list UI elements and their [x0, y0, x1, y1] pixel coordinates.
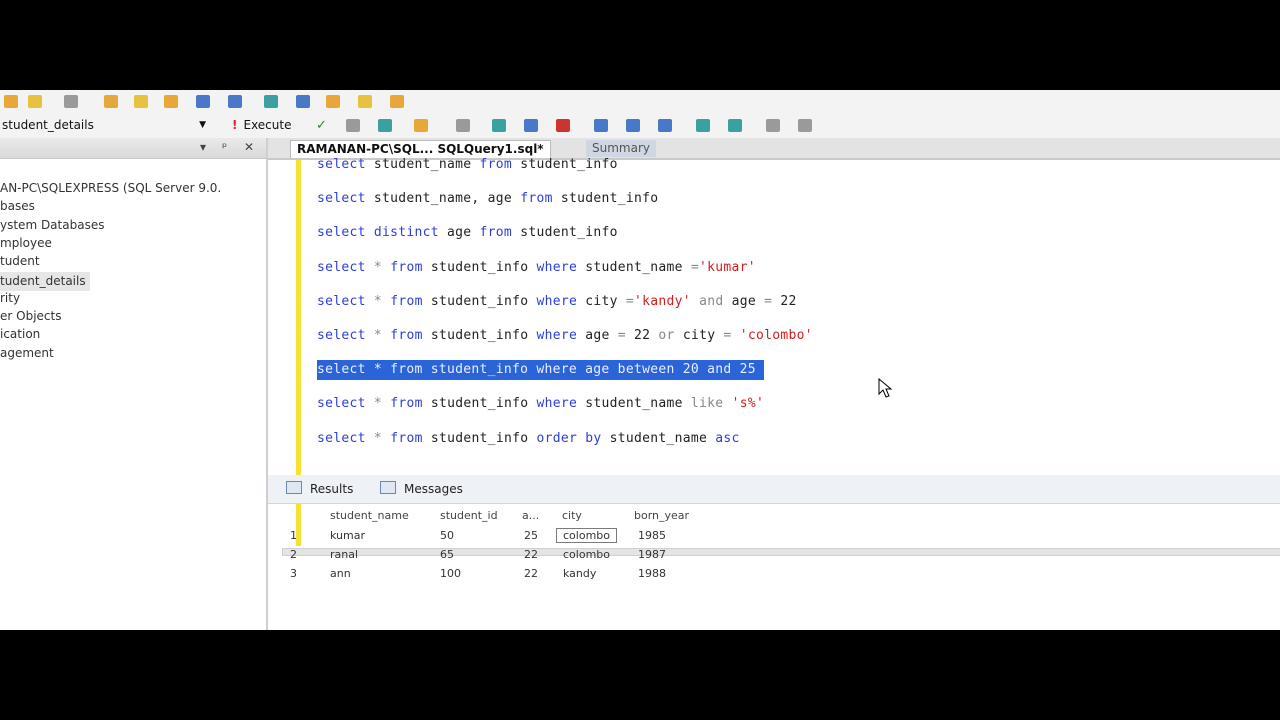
tree-node-server-objects[interactable]: er Objects: [0, 307, 266, 325]
uncomment-icon[interactable]: [696, 119, 710, 132]
cell[interactable]: 100: [440, 567, 461, 580]
code-line-selected[interactable]: select * from student_info where age bet…: [317, 360, 764, 380]
code-line[interactable]: select * from student_info where student…: [317, 394, 764, 414]
cell[interactable]: 22: [524, 548, 538, 561]
object-explorer-icon[interactable]: [296, 95, 310, 108]
ssms-window: student_details ▼ ! Execute ✓ ▾ ᵖ ✕ AN-PC…: [0, 90, 1280, 630]
code-line[interactable]: select * from student_info order by stud…: [317, 429, 740, 449]
registered-servers-icon[interactable]: [264, 95, 278, 108]
tree-node-student[interactable]: tudent: [0, 252, 266, 270]
cell[interactable]: ann: [330, 567, 351, 580]
cell[interactable]: kandy: [563, 567, 596, 580]
execute-label: Execute: [243, 118, 292, 132]
template-icon[interactable]: [326, 95, 340, 108]
row-number[interactable]: 3: [290, 567, 297, 580]
cell[interactable]: colombo: [563, 548, 610, 561]
properties-icon[interactable]: [358, 95, 372, 108]
results-to-grid-icon[interactable]: [594, 119, 608, 132]
object-explorer-header: ▾ ᵖ ✕: [0, 138, 266, 159]
object-explorer: ▾ ᵖ ✕ AN-PC\SQLEXPRESS (SQL Server 9.0. …: [0, 138, 268, 630]
tab-messages[interactable]: Messages: [380, 481, 463, 497]
code-line[interactable]: select * from student_info where student…: [317, 258, 756, 278]
grid-icon: [286, 481, 302, 494]
code-line[interactable]: select * from student_info where city ='…: [317, 292, 797, 312]
tab-results[interactable]: Results: [286, 481, 353, 497]
tree-node-system-databases[interactable]: ystem Databases: [0, 216, 266, 234]
tree-node-server[interactable]: AN-PC\SQLEXPRESS (SQL Server 9.0.: [0, 179, 266, 197]
cell[interactable]: kumar: [330, 529, 365, 542]
cell[interactable]: 1988: [638, 567, 666, 580]
column-header[interactable]: student_name: [330, 509, 409, 522]
tree-node-management[interactable]: agement: [0, 344, 266, 362]
results-to-text-icon[interactable]: [556, 119, 570, 132]
messages-icon: [380, 481, 396, 494]
column-header[interactable]: born_year: [634, 509, 689, 522]
tab-messages-label: Messages: [404, 482, 463, 496]
tree-node-employee[interactable]: mployee: [0, 234, 266, 252]
comment-icon[interactable]: [658, 119, 672, 132]
cell[interactable]: 1987: [638, 548, 666, 561]
sql-editor-toolbar: student_details ▼ ! Execute ✓: [0, 114, 1280, 139]
tree-node-security[interactable]: rity: [0, 289, 266, 307]
column-header[interactable]: city: [562, 509, 582, 522]
chevron-down-icon: ▼: [199, 120, 206, 130]
pin-icon[interactable]: ᵖ: [222, 140, 227, 154]
tree-node-replication[interactable]: ication: [0, 325, 266, 343]
client-stats-icon[interactable]: [524, 119, 538, 132]
cell[interactable]: 65: [440, 548, 454, 561]
display-plan-icon[interactable]: [378, 119, 392, 132]
code-line[interactable]: select student_name, age from student_in…: [317, 189, 658, 209]
close-icon[interactable]: ✕: [244, 140, 254, 154]
cancel-query-icon[interactable]: [346, 119, 360, 132]
code-line[interactable]: select * from student_info where age = 2…: [317, 326, 813, 346]
decrease-indent-icon[interactable]: [766, 119, 780, 132]
activity-icon[interactable]: [164, 95, 178, 108]
connect-icon[interactable]: [64, 95, 78, 108]
cell[interactable]: 1985: [638, 529, 666, 542]
row-number[interactable]: 1: [290, 529, 297, 542]
pin-dropdown-icon[interactable]: ▾: [200, 140, 206, 154]
code-line[interactable]: select student_name from student_info: [317, 155, 618, 175]
column-header[interactable]: a...: [522, 509, 539, 522]
row-number[interactable]: 2: [290, 548, 297, 561]
execute-button[interactable]: ! Execute: [232, 116, 291, 135]
results-pane: Results Messages student_name student_id…: [268, 475, 1280, 630]
save-all-icon[interactable]: [228, 95, 242, 108]
include-plan-icon[interactable]: [492, 119, 506, 132]
results-to-file-icon[interactable]: [626, 119, 640, 132]
folder-icon[interactable]: [104, 95, 118, 108]
object-explorer-tree: AN-PC\SQLEXPRESS (SQL Server 9.0. bases …: [0, 159, 266, 362]
standard-toolbar: [0, 90, 1280, 114]
tree-node-databases[interactable]: bases: [0, 197, 266, 215]
cell-focused[interactable]: colombo: [556, 528, 617, 543]
open-file-icon[interactable]: [28, 95, 42, 108]
indent-icon[interactable]: [728, 119, 742, 132]
toolbox-icon[interactable]: [390, 95, 404, 108]
tab-results-label: Results: [310, 482, 354, 496]
cell[interactable]: 22: [524, 567, 538, 580]
database-dropdown-value: student_details: [2, 118, 94, 132]
mouse-pointer-icon: [878, 378, 893, 398]
code-line[interactable]: select distinct age from student_info: [317, 223, 618, 243]
cell[interactable]: ranal: [330, 548, 358, 561]
query-options-icon[interactable]: [414, 119, 428, 132]
parse-check-icon[interactable]: ✓: [316, 116, 327, 135]
execute-icon: !: [232, 118, 238, 132]
save-icon[interactable]: [196, 95, 210, 108]
cell[interactable]: 50: [440, 529, 454, 542]
cell[interactable]: 25: [524, 529, 538, 542]
increase-indent-icon[interactable]: [798, 119, 812, 132]
database-dropdown[interactable]: student_details ▼: [2, 116, 212, 135]
intellisense-icon[interactable]: [456, 119, 470, 132]
column-header[interactable]: student_id: [440, 509, 498, 522]
new-query-icon[interactable]: [4, 95, 18, 108]
results-tabs: Results Messages: [268, 475, 1280, 504]
query-icon[interactable]: [134, 95, 148, 108]
